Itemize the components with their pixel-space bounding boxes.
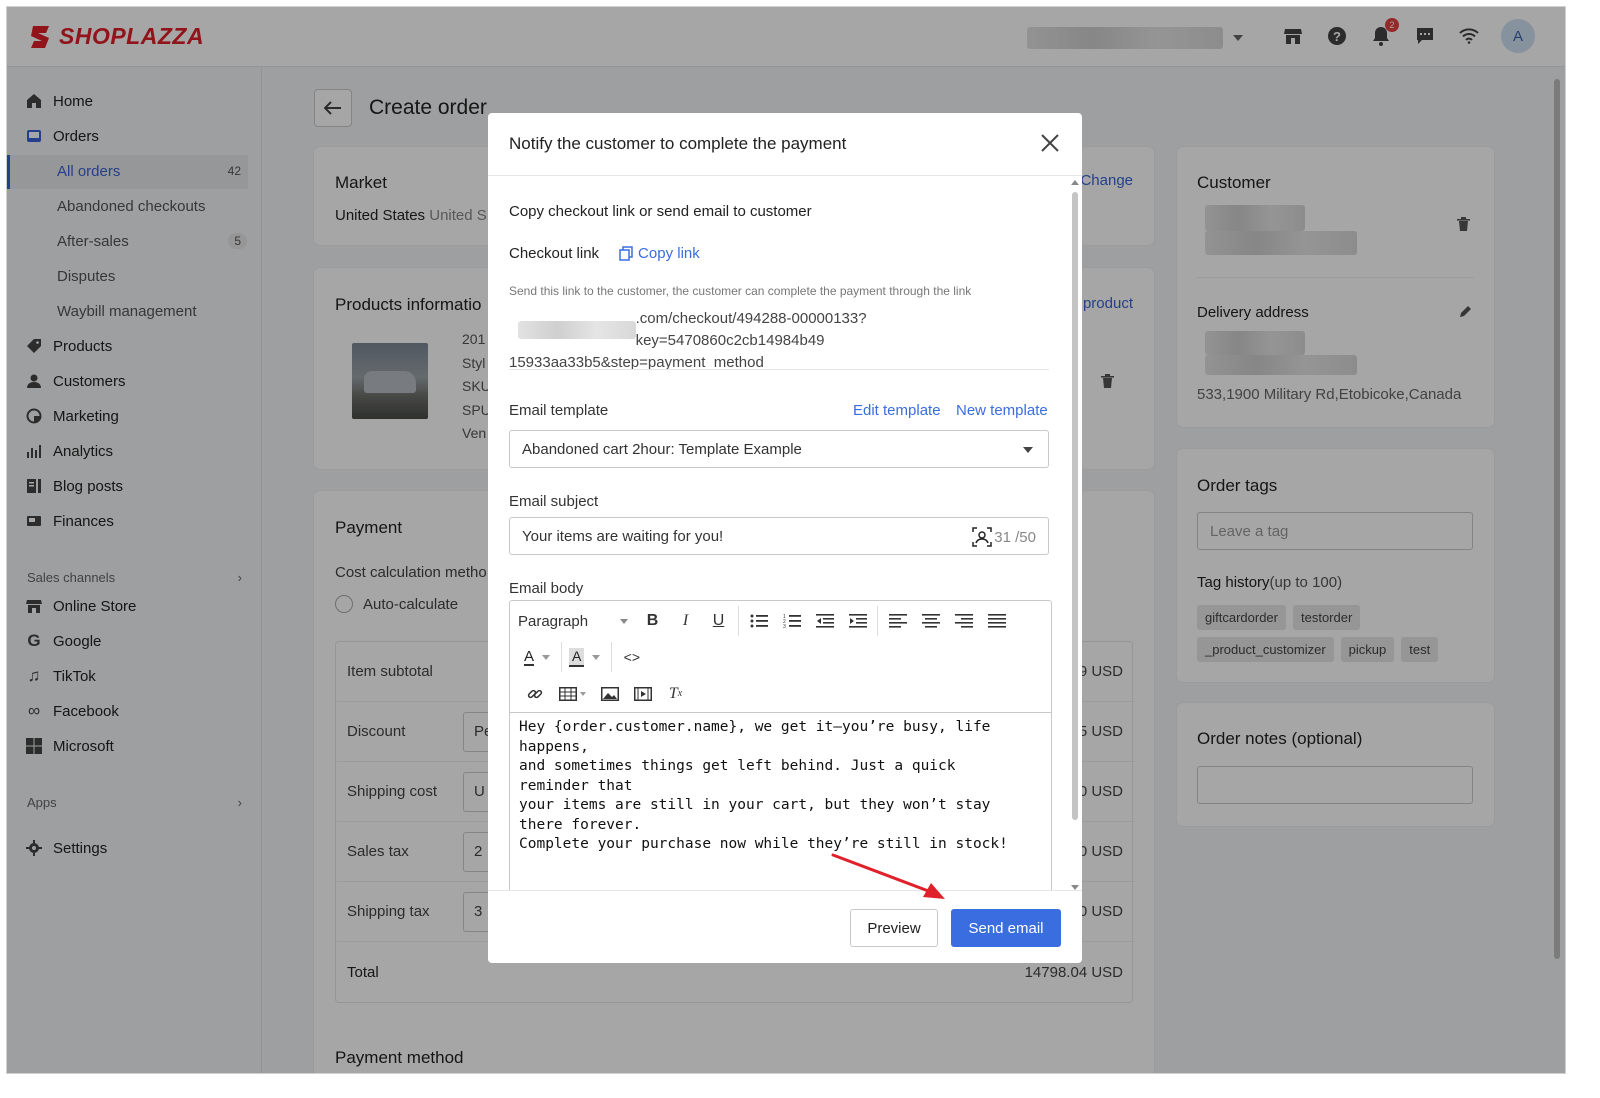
image-icon[interactable] (593, 679, 626, 709)
svg-text:3: 3 (783, 624, 786, 629)
subject-value: Your items are waiting for you! (522, 527, 724, 545)
copy-icon (619, 246, 633, 261)
dialog-body: Copy checkout link or send email to cust… (488, 176, 1082, 890)
link-text-line: .com/checkout/494288-00000133?key=547086… (635, 310, 867, 349)
dialog-scroll-thumb[interactable] (1072, 192, 1078, 820)
checkout-link-label: Checkout link (509, 245, 600, 262)
toolbar-divider (738, 606, 739, 636)
scroll-up-icon[interactable] (1071, 180, 1079, 185)
toolbar-divider (561, 642, 563, 672)
annotation-arrow-icon (831, 853, 945, 899)
numbered-list-icon[interactable]: 123 (775, 606, 808, 636)
link-text-line: 15933aa33b5&step=payment_method (509, 354, 764, 371)
send-email-button[interactable]: Send email (951, 909, 1061, 947)
code-view-icon[interactable]: <> (615, 642, 648, 672)
italic-icon[interactable]: I (669, 606, 702, 636)
dialog-title: Notify the customer to complete the paym… (509, 134, 847, 153)
email-body-editor: Paragraph B I U 123 A A <> T x Hey {orde… (509, 600, 1052, 890)
paragraph-format-select[interactable]: Paragraph (518, 613, 636, 630)
new-template-link[interactable]: New template (956, 402, 1048, 419)
edit-template-link[interactable]: Edit template (853, 402, 941, 419)
email-template-select[interactable]: Abandoned cart 2hour: Template Example (509, 430, 1049, 468)
checkout-link-hint: Send this link to the customer, the cust… (509, 284, 972, 298)
caret-down-icon (542, 654, 551, 660)
indent-icon[interactable] (841, 606, 874, 636)
toolbar-divider (877, 606, 878, 636)
align-center-icon[interactable] (914, 606, 947, 636)
underline-icon[interactable]: U (702, 606, 735, 636)
email-body-label: Email body (509, 580, 584, 597)
template-selected-value: Abandoned cart 2hour: Template Example (522, 440, 802, 458)
email-template-label: Email template (509, 402, 609, 419)
dialog-scrollbar[interactable] (1071, 180, 1079, 890)
toolbar-divider (611, 642, 613, 672)
preview-button[interactable]: Preview (850, 909, 938, 947)
close-icon[interactable] (1040, 133, 1062, 155)
body-text-line: and sometimes things get left behind. Ju… (519, 758, 956, 794)
caret-down-icon (620, 618, 628, 624)
bullet-list-icon[interactable] (742, 606, 775, 636)
outdent-icon[interactable] (808, 606, 841, 636)
dialog-header: Notify the customer to complete the paym… (488, 113, 1082, 176)
link-icon[interactable] (518, 679, 551, 709)
background-color-button[interactable]: A (565, 647, 608, 667)
text-color-button[interactable]: A (518, 649, 558, 666)
caret-down-icon (579, 691, 586, 696)
clear-format-icon[interactable]: Tx (659, 679, 692, 709)
app-window: SHOPLAZZA ? 2 A Home Orders All orders 4… (6, 6, 1566, 1074)
text-color-icon: A (524, 647, 535, 666)
align-left-icon[interactable] (881, 606, 914, 636)
body-text-line: your items are still in your cart, but t… (519, 797, 991, 833)
editor-toolbar-row-3: Tx (510, 675, 1051, 713)
paragraph-select-value: Paragraph (518, 612, 589, 630)
body-text-line: Hey {order.customer.name}, we get it—you… (519, 719, 991, 755)
caret-down-icon (1023, 447, 1033, 453)
subject-count-text: 31 /50 (994, 528, 1036, 546)
copy-link-label: Copy link (638, 245, 700, 262)
editor-toolbar-row-2: A A <> (510, 639, 1051, 675)
highlight-color-icon: A (569, 647, 585, 667)
dialog-footer: Preview Send email (488, 890, 1082, 963)
checkout-link-url[interactable]: .com/checkout/494288-00000133?key=547086… (509, 308, 1054, 374)
checkout-link-row: Checkout link Copy link (509, 245, 700, 262)
email-subject-label: Email subject (509, 493, 599, 510)
divider (509, 369, 1049, 370)
subject-counter: 31 /50 (972, 527, 1036, 547)
align-right-icon[interactable] (947, 606, 980, 636)
video-icon[interactable] (626, 679, 659, 709)
align-justify-icon[interactable] (980, 606, 1013, 636)
table-icon[interactable] (551, 686, 593, 701)
caret-down-icon (592, 654, 601, 660)
domain-blurred (518, 321, 636, 339)
notify-payment-dialog: Notify the customer to complete the paym… (488, 113, 1082, 963)
personalize-person-icon[interactable] (972, 527, 993, 547)
editor-toolbar-row-1: Paragraph B I U 123 (510, 603, 1051, 639)
dialog-intro: Copy checkout link or send email to cust… (509, 203, 812, 220)
bold-icon[interactable]: B (636, 606, 669, 636)
email-body-content[interactable]: Hey {order.customer.name}, we get it—you… (519, 718, 1034, 855)
email-subject-input[interactable]: Your items are waiting for you! 31 /50 (509, 517, 1049, 555)
copy-link-button[interactable]: Copy link (619, 245, 700, 262)
